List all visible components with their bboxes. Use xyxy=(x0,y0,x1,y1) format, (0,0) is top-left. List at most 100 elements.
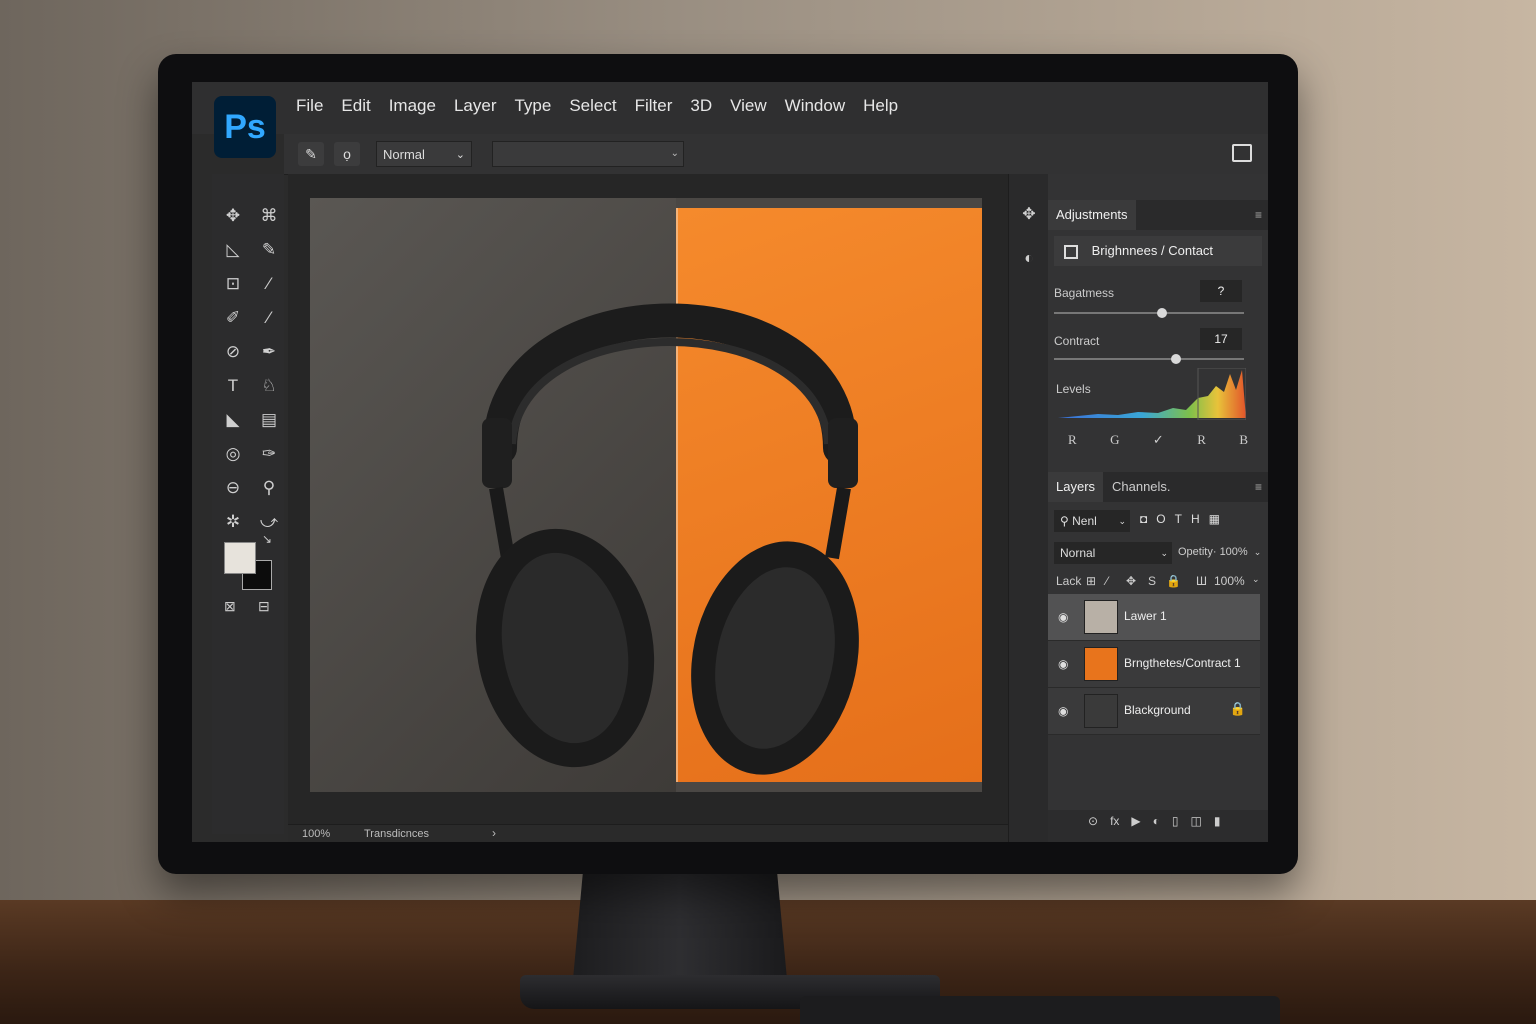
smart-object-filter-icon[interactable]: ▦ xyxy=(1209,512,1220,526)
blend-mode-value: Nornal xyxy=(1060,546,1096,560)
lock-all-icon[interactable]: 🔒 xyxy=(1166,574,1181,588)
layer-row[interactable]: ◉ Lawer 1 xyxy=(1048,594,1260,641)
type-tool-icon[interactable]: T xyxy=(218,374,248,398)
history-brush-icon[interactable]: ✒ xyxy=(254,340,284,364)
opacity-value: Opetity· 100% xyxy=(1178,546,1248,558)
tab-channels[interactable]: Channels. xyxy=(1104,472,1179,502)
menu-filter[interactable]: Filter xyxy=(635,96,673,116)
right-panel: Adjustments ≡ Brighnnees / Contact Bagat… xyxy=(1048,174,1268,842)
visibility-eye-icon[interactable]: ◉ xyxy=(1058,704,1068,718)
adjustment-filter-icon[interactable]: O xyxy=(1156,512,1165,526)
smudge-tool-icon[interactable]: ✑ xyxy=(254,442,284,466)
extra-tools-icon[interactable]: ⤻ xyxy=(254,510,284,534)
menu-file[interactable]: File xyxy=(296,96,323,116)
zoom-level[interactable]: 100% xyxy=(302,828,330,840)
photoshop-window: File Edit Image Layer Type Select Filter… xyxy=(192,82,1268,842)
preset-dropdown[interactable]: ⌄ xyxy=(492,141,684,167)
zoom-out-icon[interactable]: ⊖ xyxy=(218,476,248,500)
channel-green[interactable]: G xyxy=(1110,432,1119,448)
menu-window[interactable]: Window xyxy=(785,96,845,116)
panel-menu-icon[interactable]: ≡ xyxy=(1255,208,1262,222)
layer-row[interactable]: ◉ Brngthetes/Contract 1 xyxy=(1048,641,1260,688)
link-layers-icon[interactable]: ⊙ xyxy=(1088,814,1098,828)
menu-view[interactable]: View xyxy=(730,96,767,116)
pen-tool-icon[interactable]: ♘ xyxy=(254,374,284,398)
shape-filter-icon[interactable]: H xyxy=(1191,512,1200,526)
menu-select[interactable]: Select xyxy=(569,96,616,116)
canvas[interactable] xyxy=(310,198,982,792)
quick-mask-icon[interactable]: ⊠ xyxy=(224,598,236,615)
fill-value[interactable]: 100% xyxy=(1214,574,1245,588)
path-select-icon[interactable]: ◣ xyxy=(218,408,248,432)
adjustment-title-text: Brighnnees / Contact xyxy=(1091,243,1214,258)
mode-dropdown[interactable]: Normal ⌄ xyxy=(376,141,472,167)
tab-adjustments[interactable]: Adjustments xyxy=(1048,200,1136,230)
add-mask-icon[interactable]: ▶ xyxy=(1131,814,1140,828)
menu-image[interactable]: Image xyxy=(389,96,436,116)
contrast-value[interactable]: 17 xyxy=(1200,328,1242,350)
contrast-slider[interactable] xyxy=(1054,354,1244,364)
zoom-tool-icon[interactable]: ⚲ xyxy=(254,476,284,500)
hand-tool-icon[interactable]: ◎ xyxy=(218,442,248,466)
clone-stamp-icon[interactable]: ⊘ xyxy=(218,340,248,364)
brightness-slider-thumb[interactable] xyxy=(1157,308,1168,318)
keyboard xyxy=(800,996,1280,1024)
panel-menu-icon[interactable]: ≡ xyxy=(1255,480,1262,494)
layer-name: Brngthetes/Contract 1 xyxy=(1124,656,1241,670)
new-adjustment-icon[interactable]: ◐ xyxy=(1153,814,1160,828)
artboard-tool-icon[interactable]: ⌘ xyxy=(254,204,284,228)
lock-artboard-icon[interactable]: S xyxy=(1148,574,1156,588)
opacity-control[interactable]: Opetity· 100% ⌄ xyxy=(1178,546,1261,558)
status-bar: 100% Transdicnces › xyxy=(288,824,1008,842)
adjustments-tab-row: Adjustments ≡ xyxy=(1048,200,1268,230)
brightness-value[interactable]: ? xyxy=(1200,280,1242,302)
eyedropper-icon[interactable]: ✓ xyxy=(1153,432,1164,448)
crop-tool-icon[interactable]: ⊡ xyxy=(218,272,248,296)
lock-icon: 🔒 xyxy=(1229,701,1246,716)
brush-preset-icon[interactable]: ✎ xyxy=(298,142,324,166)
workspace-icon[interactable] xyxy=(1232,144,1252,162)
adjustments-panel-icon[interactable]: ✥ xyxy=(1019,204,1039,224)
brush-tool-icon[interactable]: ⁄ xyxy=(254,306,284,330)
visibility-eye-icon[interactable]: ◉ xyxy=(1058,610,1068,624)
lock-image-icon[interactable]: ⁄ xyxy=(1106,574,1108,588)
eyedropper-icon[interactable]: ⁄ xyxy=(254,272,284,296)
polygon-lasso-icon[interactable]: ◺ xyxy=(218,238,248,262)
layer-row[interactable]: ◉ Blackground 🔒 xyxy=(1048,688,1260,735)
contrast-slider-thumb[interactable] xyxy=(1170,354,1181,364)
menu-type[interactable]: Type xyxy=(514,96,551,116)
layer-filter-search[interactable]: ⚲ Nenl ⌄ xyxy=(1054,510,1130,532)
status-menu-icon[interactable]: › xyxy=(492,826,496,840)
new-layer-icon[interactable]: ◫ xyxy=(1191,814,1202,828)
rectangle-tool-icon[interactable]: ▤ xyxy=(254,408,284,432)
delete-layer-icon[interactable]: ▮ xyxy=(1214,814,1221,828)
fill-icon: Ш xyxy=(1196,574,1207,588)
type-filter-icon[interactable]: T xyxy=(1175,512,1182,526)
move-tool-icon[interactable]: ✥ xyxy=(218,204,248,228)
quick-select-icon[interactable]: ✎ xyxy=(254,238,284,262)
new-group-icon[interactable]: ▯ xyxy=(1172,814,1179,828)
lasso-option-icon[interactable]: ọ xyxy=(334,142,360,166)
blend-mode-dropdown[interactable]: Nornal ⌄ xyxy=(1054,542,1172,564)
fx-icon[interactable]: fx xyxy=(1110,814,1119,828)
brightness-slider[interactable] xyxy=(1054,308,1244,318)
menu-help[interactable]: Help xyxy=(863,96,898,116)
channel-red-2[interactable]: R xyxy=(1197,432,1206,448)
lock-transparency-icon[interactable]: ⊞ xyxy=(1086,574,1096,588)
pixel-filter-icon[interactable]: ◘ xyxy=(1140,512,1147,526)
color-panel-icon[interactable]: ◐ xyxy=(1019,250,1039,270)
menu-layer[interactable]: Layer xyxy=(454,96,497,116)
menu-3d[interactable]: 3D xyxy=(690,96,712,116)
lock-position-icon[interactable]: ✥ xyxy=(1126,574,1136,588)
swap-colors-icon[interactable]: ↘ xyxy=(262,532,272,546)
visibility-eye-icon[interactable]: ◉ xyxy=(1058,657,1068,671)
edit-toolbar-icon[interactable]: ✲ xyxy=(218,510,248,534)
foreground-color-swatch[interactable] xyxy=(224,542,256,574)
screen-mode-icon[interactable]: ⊟ xyxy=(258,598,270,615)
channel-blue[interactable]: B xyxy=(1239,432,1248,448)
menu-edit[interactable]: Edit xyxy=(341,96,370,116)
channel-red[interactable]: R xyxy=(1068,432,1077,448)
healing-brush-icon[interactable]: ✐ xyxy=(218,306,248,330)
layer-thumbnail xyxy=(1084,647,1118,681)
tab-layers[interactable]: Layers xyxy=(1048,472,1104,502)
